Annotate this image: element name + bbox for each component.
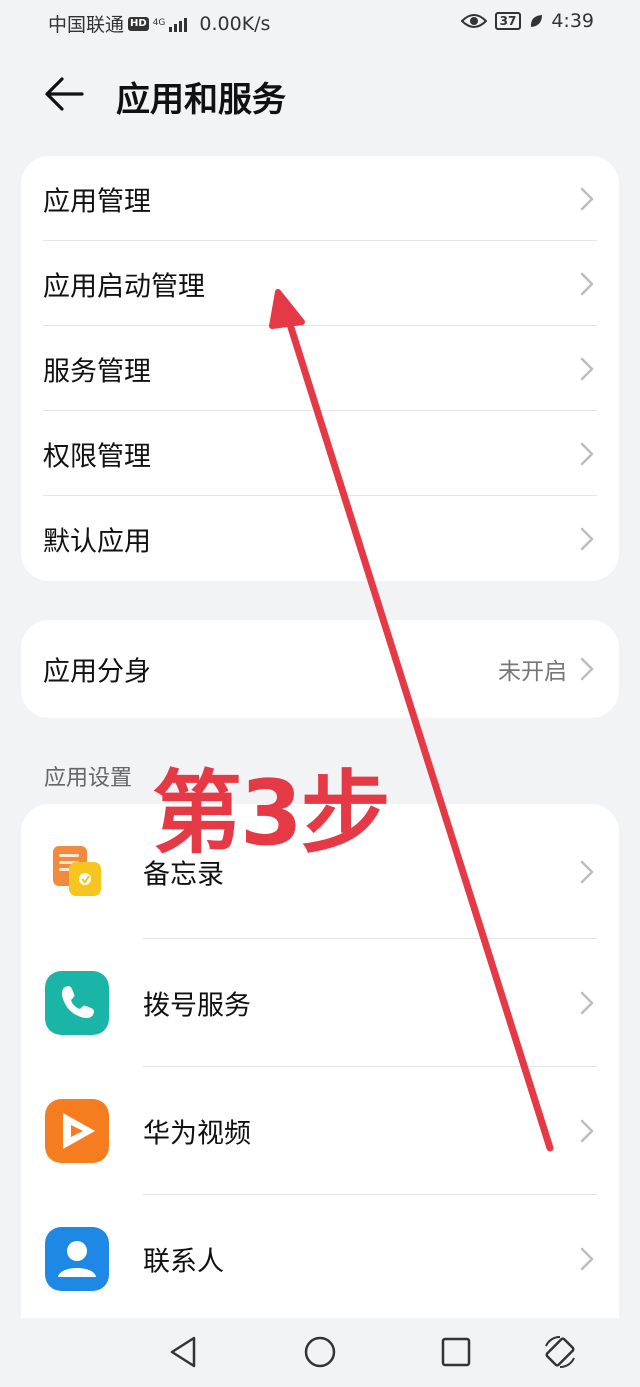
leaf-icon <box>531 15 543 27</box>
hd-badge: HD <box>128 16 149 31</box>
menu-item-label: 应用分身 <box>43 656 151 688</box>
chevron-right-icon <box>580 657 594 681</box>
page-header: 应用和服务 <box>0 60 640 130</box>
network-speed: 0.00K/s <box>199 12 271 35</box>
menu-item-permission-management[interactable]: 权限管理 <box>21 411 619 496</box>
app-settings-card: 备忘录 拨号服务 华为视频 联系人 <box>21 804 619 1344</box>
chevron-right-icon <box>580 860 594 883</box>
app-management-card: 应用管理 应用启动管理 服务管理 权限管理 默认应用 <box>21 156 619 581</box>
navigation-bar <box>0 1318 640 1387</box>
battery-icon: 37 <box>494 12 522 30</box>
menu-item-service-management[interactable]: 服务管理 <box>21 326 619 411</box>
nav-back-icon[interactable] <box>164 1332 204 1372</box>
menu-item-label: 应用启动管理 <box>43 271 205 302</box>
status-right: 37 4:39 <box>460 10 594 32</box>
app-twin-status: 未开启 <box>498 659 567 685</box>
chevron-right-icon <box>580 991 594 1015</box>
app-item-label: 华为视频 <box>143 1118 251 1150</box>
status-left: 中国联通 HD 4G 0.00K/s <box>48 10 270 37</box>
page-title: 应用和服务 <box>116 80 286 120</box>
menu-item-default-apps[interactable]: 默认应用 <box>21 496 619 581</box>
app-item-dialer[interactable]: 拨号服务 <box>21 939 619 1067</box>
menu-item-app-launch-management[interactable]: 应用启动管理 <box>21 241 619 326</box>
app-item-huawei-video[interactable]: 华为视频 <box>21 1067 619 1195</box>
menu-item-label: 服务管理 <box>43 356 151 387</box>
chevron-right-icon <box>580 527 594 550</box>
notepad-icon <box>53 845 101 896</box>
menu-item-label: 默认应用 <box>43 526 151 557</box>
carrier-name: 中国联通 <box>48 14 125 36</box>
menu-item-app-twin[interactable]: 应用分身 未开启 <box>21 620 619 718</box>
app-item-label: 联系人 <box>143 1246 224 1278</box>
contact-person-icon <box>45 1227 109 1291</box>
nav-home-icon[interactable] <box>300 1332 340 1372</box>
back-arrow-icon[interactable] <box>44 76 84 112</box>
app-twin-card: 应用分身 未开启 <box>21 620 619 718</box>
eye-icon <box>460 14 487 28</box>
phone-icon <box>45 971 109 1035</box>
section-title-app-settings: 应用设置 <box>44 766 133 791</box>
video-play-icon <box>45 1099 109 1163</box>
signal-icon <box>169 16 188 32</box>
status-bar: 中国联通 HD 4G 0.00K/s 37 4:39 <box>0 0 640 44</box>
app-item-contacts[interactable]: 联系人 <box>21 1195 619 1323</box>
step-annotation: 第3步 <box>152 761 391 866</box>
menu-item-app-management[interactable]: 应用管理 <box>21 156 619 241</box>
menu-item-label: 权限管理 <box>43 441 151 472</box>
chevron-right-icon <box>580 442 594 465</box>
chevron-right-icon <box>580 1247 594 1271</box>
app-item-label: 拨号服务 <box>143 990 251 1022</box>
rotate-screen-icon[interactable] <box>540 1332 580 1372</box>
network-type: 4G <box>152 18 166 28</box>
menu-item-label: 应用管理 <box>43 186 151 217</box>
clock: 4:39 <box>551 10 594 32</box>
chevron-right-icon <box>580 357 594 380</box>
chevron-right-icon <box>580 1119 594 1143</box>
nav-recents-icon[interactable] <box>436 1332 476 1372</box>
chevron-right-icon <box>580 272 594 295</box>
chevron-right-icon <box>580 187 594 210</box>
